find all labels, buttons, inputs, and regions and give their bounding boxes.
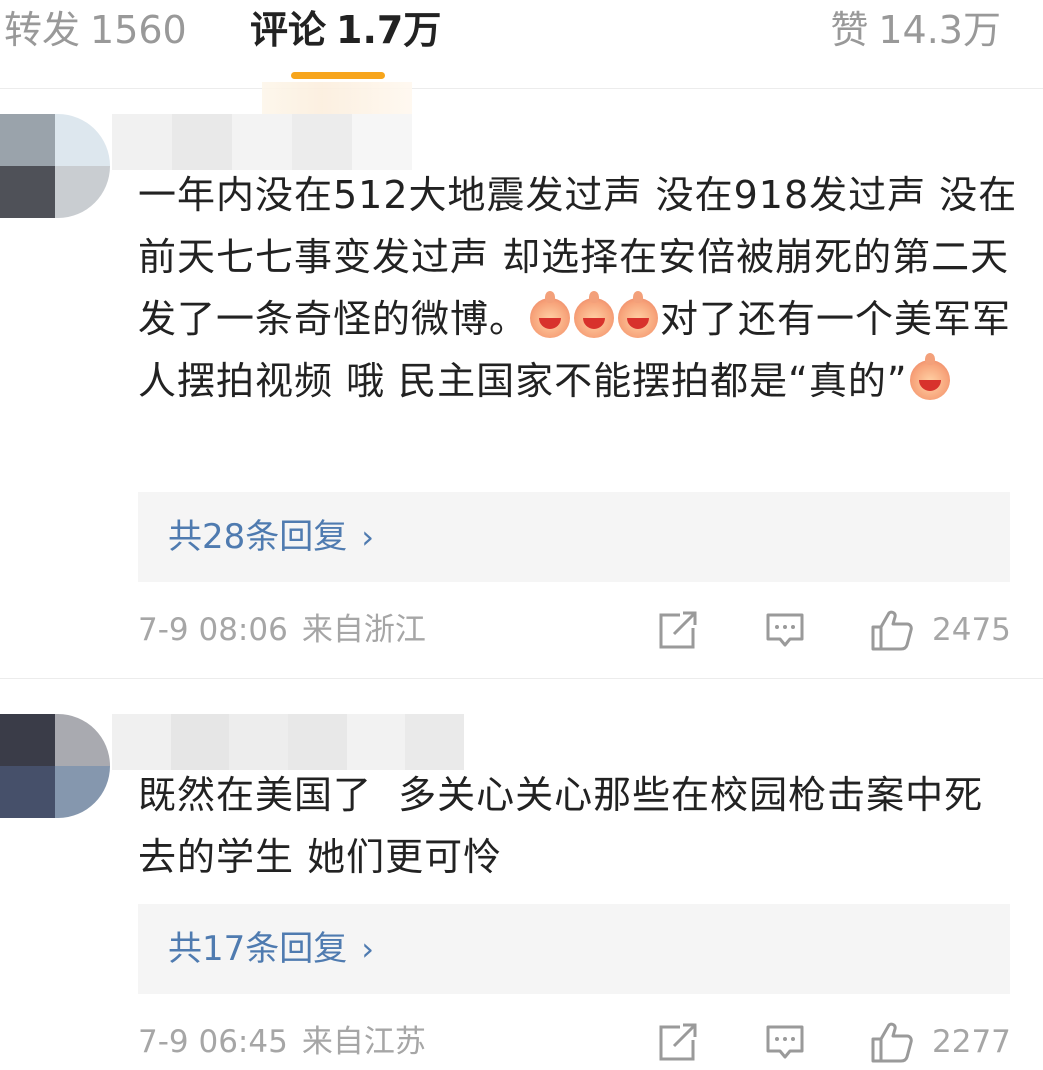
comment-time: 7-9 06:45 [138, 1024, 288, 1060]
comment-text: 既然在美国了 多关心关心那些在校园枪击案中死去的学生 她们更可怜 [138, 764, 1018, 888]
tab-comments[interactable]: 评论 1.7万 [250, 4, 441, 56]
chevron-right-icon: › [361, 518, 375, 556]
tab-reposts-count: 1560 [90, 8, 187, 52]
laughing-emoji-icon [618, 291, 659, 338]
view-replies-link[interactable]: 共17条回复 › [168, 904, 374, 994]
avatar[interactable] [0, 114, 110, 218]
tab-comments-count: 1.7万 [336, 8, 442, 52]
thumbs-up-icon[interactable] [870, 1020, 914, 1064]
chevron-right-icon: › [361, 930, 375, 968]
tab-likes-count: 14.3万 [878, 8, 1001, 52]
comment-meta: 7-9 08:06 来自浙江 [138, 610, 426, 650]
comment-icon[interactable] [765, 610, 805, 650]
comment-time: 7-9 08:06 [138, 612, 288, 648]
thumbs-up-icon[interactable] [870, 608, 914, 652]
tab-likes-label: 赞 [830, 8, 869, 52]
comment-text: 一年内没在512大地震发过声 没在918发过声 没在前天七七事变发过声 却选择在… [138, 164, 1018, 412]
comment-location: 来自浙江 [301, 612, 426, 648]
comment-text-part: 既然在美国了 多关心关心那些在校园枪击案中死去的学生 她们更可怜 [138, 773, 984, 879]
laughing-emoji-icon [530, 291, 571, 338]
replies-box[interactable]: 共28条回复 › [138, 492, 1010, 582]
tab-reposts[interactable]: 转发 1560 [4, 4, 187, 56]
avatar[interactable] [0, 714, 110, 818]
like-count: 2277 [932, 1024, 1011, 1060]
replies-box[interactable]: 共17条回复 › [138, 904, 1010, 994]
share-icon[interactable] [658, 610, 698, 650]
comment-item: 一年内没在512大地震发过声 没在918发过声 没在前天七七事变发过声 却选择在… [0, 90, 1043, 679]
replies-count-label: 共28条回复 [168, 517, 348, 557]
username-blurred[interactable] [112, 714, 465, 770]
active-tab-indicator [291, 72, 385, 79]
tab-likes[interactable]: 赞 14.3万 [830, 4, 1001, 56]
replies-count-label: 共17条回复 [168, 929, 348, 969]
tab-reposts-label: 转发 [4, 8, 81, 52]
comment-icon[interactable] [765, 1022, 805, 1062]
comment-tab-bar: 转发 1560 评论 1.7万 赞 14.3万 [0, 0, 1043, 89]
view-replies-link[interactable]: 共28条回复 › [168, 492, 374, 582]
like-count: 2475 [932, 612, 1011, 648]
comment-item: 既然在美国了 多关心关心那些在校园枪击案中死去的学生 她们更可怜 共17条回复 ›… [0, 680, 1043, 1070]
tab-comments-label: 评论 [250, 8, 327, 52]
laughing-emoji-icon [909, 353, 950, 400]
comment-meta: 7-9 06:45 来自江苏 [138, 1022, 426, 1062]
username-blurred[interactable] [112, 114, 412, 170]
share-icon[interactable] [658, 1022, 698, 1062]
comment-location: 来自江苏 [301, 1024, 426, 1060]
laughing-emoji-icon [574, 291, 615, 338]
